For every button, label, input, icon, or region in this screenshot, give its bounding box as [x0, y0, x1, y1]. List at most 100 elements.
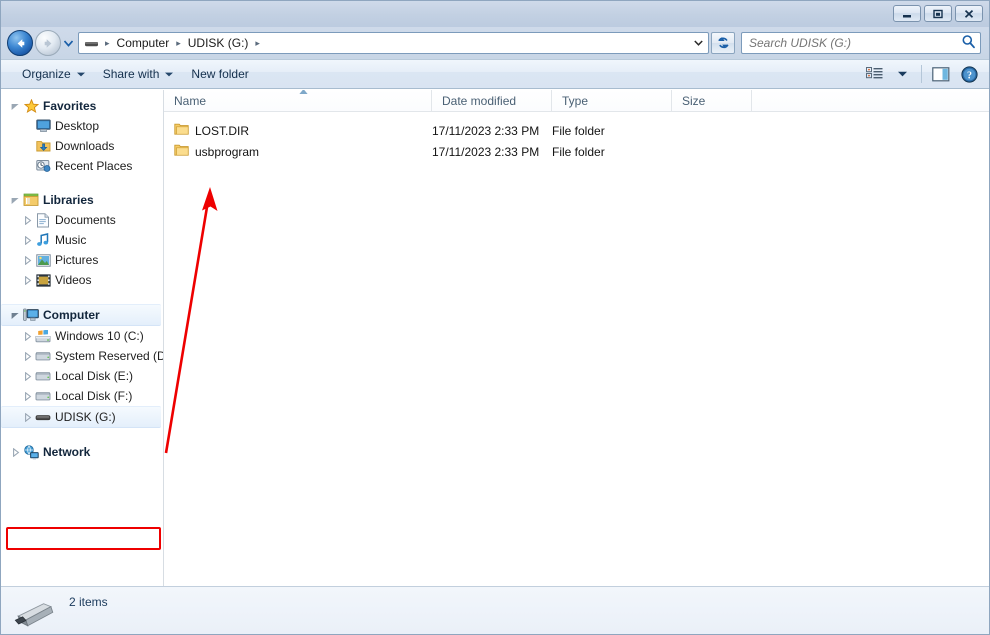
twisty-placeholder [21, 120, 34, 133]
collapse-twisty-icon[interactable] [9, 100, 22, 113]
share-with-button[interactable]: Share with [94, 63, 183, 85]
table-row[interactable]: LOST.DIR 17/11/2023 2:33 PM File folder [164, 120, 989, 141]
column-header-name[interactable]: Name [164, 90, 432, 111]
title-bar [1, 1, 989, 27]
forward-arrow-icon [44, 38, 51, 48]
collapse-twisty-icon[interactable] [9, 309, 22, 322]
change-view-button[interactable] [860, 63, 888, 85]
file-date-cell: 17/11/2023 2:33 PM [432, 144, 540, 159]
file-name-cell: LOST.DIR [164, 122, 432, 139]
forward-button[interactable] [35, 30, 61, 56]
chevron-down-icon [165, 72, 174, 77]
udisk-highlight-box [6, 527, 161, 550]
svg-text:?: ? [967, 70, 972, 81]
breadcrumb-separator: ▸ [105, 37, 110, 48]
help-button[interactable]: ? [955, 63, 983, 85]
search-icon[interactable] [961, 34, 976, 52]
expand-twisty-icon[interactable] [9, 446, 22, 459]
sidebar-item-downloads[interactable]: Downloads [1, 136, 163, 156]
downloads-icon [34, 138, 52, 154]
file-name-label: LOST.DIR [195, 123, 250, 138]
view-dropdown-button[interactable] [888, 63, 916, 85]
maximize-button[interactable] [924, 5, 952, 22]
windows-drive-icon [34, 328, 52, 344]
usb-drive-icon [34, 409, 52, 425]
twisty-placeholder [21, 140, 34, 153]
refresh-button[interactable] [711, 32, 735, 54]
expand-twisty-icon[interactable] [21, 411, 34, 424]
videos-icon [34, 272, 52, 288]
chevron-down-icon [76, 72, 85, 77]
command-toolbar: Organize Share with New folder ? [1, 59, 989, 89]
preview-pane-button[interactable] [927, 63, 955, 85]
expand-twisty-icon[interactable] [21, 370, 34, 383]
sidebar-item-videos[interactable]: Videos [1, 270, 163, 290]
organize-button[interactable]: Organize [13, 63, 94, 85]
back-button[interactable] [7, 30, 33, 56]
sidebar-item-local-disk-e[interactable]: Local Disk (E:) [1, 366, 163, 386]
list-top-spacer [164, 112, 989, 120]
expand-twisty-icon[interactable] [21, 214, 34, 227]
sidebar-item-pictures[interactable]: Pictures [1, 250, 163, 270]
folder-icon [174, 122, 189, 139]
breadcrumb-separator[interactable]: ▸ [250, 38, 265, 49]
table-row[interactable]: usbprogram 17/11/2023 2:33 PM File folde… [164, 141, 989, 162]
sidebar-group-libraries[interactable]: Libraries [1, 190, 163, 210]
sidebar-group-network[interactable]: Network [1, 442, 163, 462]
sidebar-item-documents[interactable]: Documents [1, 210, 163, 230]
drive-icon [83, 35, 99, 51]
sidebar-label: Libraries [43, 193, 94, 207]
address-dropdown-button[interactable] [690, 33, 706, 53]
expand-twisty-icon[interactable] [21, 390, 34, 403]
sidebar-label: Videos [55, 273, 92, 287]
expand-twisty-icon[interactable] [21, 330, 34, 343]
expand-twisty-icon[interactable] [21, 350, 34, 363]
sidebar-label: Computer [43, 308, 100, 322]
sidebar-group-computer[interactable]: Computer [1, 304, 161, 326]
sidebar-item-windows-c[interactable]: Windows 10 (C:) [1, 326, 163, 346]
toolbar-divider [921, 65, 922, 83]
column-label: Name [174, 93, 207, 108]
column-label: Size [682, 93, 706, 108]
search-input[interactable] [749, 36, 961, 50]
column-label: Type [562, 93, 589, 108]
column-header-date-modified[interactable]: Date modified [432, 90, 552, 111]
sidebar-item-music[interactable]: Music [1, 230, 163, 250]
sidebar-item-udisk-g[interactable]: UDISK (G:) [1, 406, 161, 428]
new-folder-button[interactable]: New folder [182, 63, 257, 85]
breadcrumb-item-udisk[interactable]: UDISK (G:) [186, 34, 251, 52]
column-header-blank [752, 90, 989, 111]
sidebar-label: UDISK (G:) [55, 410, 116, 424]
column-header-row: Name Date modified Type Size [164, 90, 989, 112]
minimize-button[interactable] [893, 5, 921, 22]
expand-twisty-icon[interactable] [21, 254, 34, 267]
breadcrumb-item-computer[interactable]: Computer [115, 34, 172, 52]
sidebar-group-favorites[interactable]: Favorites [1, 96, 163, 116]
file-date-cell: 17/11/2023 2:33 PM [432, 123, 540, 138]
recent-pages-button[interactable] [61, 30, 75, 56]
navigation-pane[interactable]: Favorites Desktop Downloads Recent Place… [1, 90, 164, 586]
column-header-type[interactable]: Type [552, 90, 672, 111]
sidebar-label: Downloads [55, 139, 115, 153]
item-count-label: 2 items [69, 595, 108, 609]
chevron-down-icon [693, 40, 703, 46]
star-icon [22, 98, 40, 114]
column-header-size[interactable]: Size [672, 90, 752, 111]
new-folder-label: New folder [191, 67, 249, 81]
address-bar[interactable]: ▸ Computer ▸ UDISK (G:) ▸ [78, 32, 709, 54]
file-list-pane[interactable]: Name Date modified Type Size LOST.DIR 17… [164, 90, 989, 586]
collapse-twisty-icon[interactable] [9, 194, 22, 207]
expand-twisty-icon[interactable] [21, 274, 34, 287]
close-button[interactable] [955, 5, 983, 22]
expand-twisty-icon[interactable] [21, 234, 34, 247]
sidebar-item-local-disk-f[interactable]: Local Disk (F:) [1, 386, 163, 406]
sidebar-item-system-reserved-d[interactable]: System Reserved (D: [1, 346, 163, 366]
sidebar-item-desktop[interactable]: Desktop [1, 116, 163, 136]
sidebar-label: Documents [55, 213, 116, 227]
breadcrumb-separator[interactable]: ▸ [171, 38, 186, 49]
sidebar-item-recent-places[interactable]: Recent Places [1, 156, 163, 176]
search-box[interactable] [741, 32, 981, 54]
documents-icon [34, 212, 52, 228]
organize-label: Organize [22, 67, 71, 81]
chevron-down-icon [897, 71, 907, 77]
